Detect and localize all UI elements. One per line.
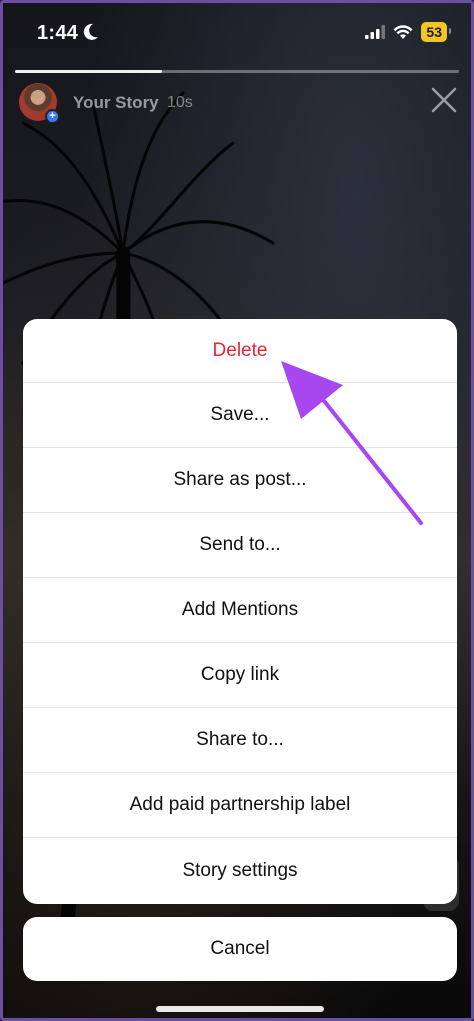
story-time-ago: 10s [167,94,193,111]
copy-link-button[interactable]: Copy link [23,643,457,708]
add-mentions-button[interactable]: Add Mentions [23,578,457,643]
story-header: + Your Story 10s [19,83,459,124]
delete-button[interactable]: Delete [23,319,457,383]
save-button[interactable]: Save... [23,383,457,448]
story-settings-button[interactable]: Story settings [23,838,457,903]
send-to-button[interactable]: Send to... [23,513,457,578]
status-bar: 1:44 53 [3,3,471,63]
add-story-icon[interactable]: + [45,109,60,124]
story-progress-fill [15,70,162,73]
story-progress-bar [15,70,459,73]
story-options-sheet: Delete Save... Share as post... Send to.… [23,319,457,904]
moon-icon [83,23,98,40]
phone-screen: 1:44 53 + Your Story 10s Delete Save... … [0,0,474,1021]
story-owner-name[interactable]: Your Story [73,93,159,113]
battery-icon: 53 [421,22,451,42]
wifi-icon [393,24,413,39]
share-to-button[interactable]: Share to... [23,708,457,773]
signal-icon [365,25,386,39]
add-paid-partnership-label-button[interactable]: Add paid partnership label [23,773,457,838]
cancel-button[interactable]: Cancel [23,917,457,981]
share-as-post-button[interactable]: Share as post... [23,448,457,513]
home-indicator[interactable] [156,1006,324,1012]
status-time: 1:44 [37,22,79,44]
close-icon[interactable] [429,85,459,115]
status-icons: 53 [365,22,451,42]
